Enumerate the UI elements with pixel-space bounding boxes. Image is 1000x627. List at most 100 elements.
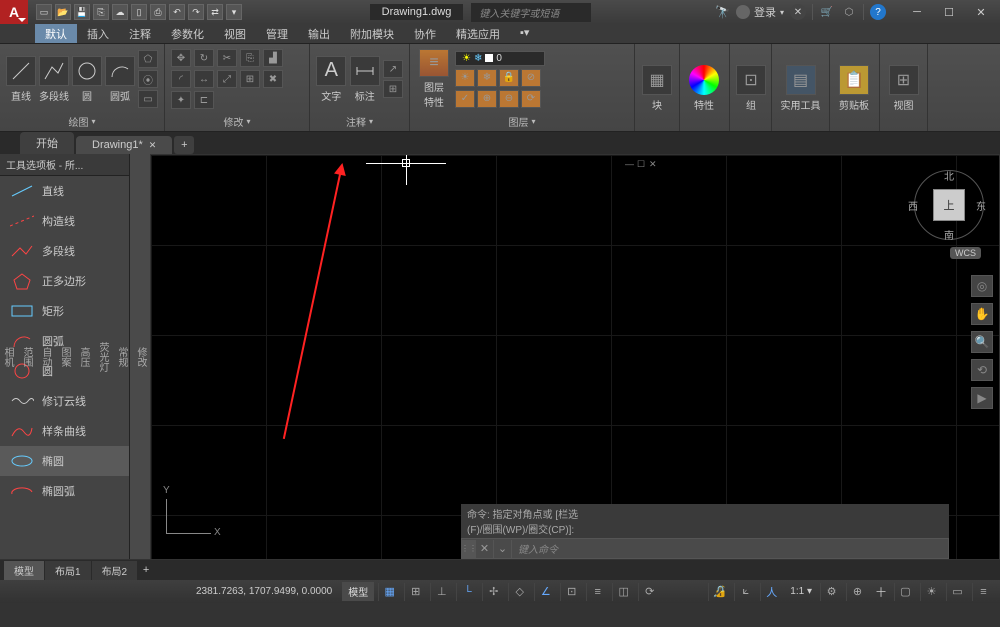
command-input[interactable]: 键入命令 [512,539,948,558]
array-button[interactable]: ⊞ [240,70,260,88]
table-button[interactable]: ⊞ [383,80,403,98]
layer-tool-6[interactable]: ⊕ [477,90,497,108]
layout-2[interactable]: 布局2 [92,561,138,580]
side-tab-范围[interactable]: 范围 [17,154,36,560]
vp-close[interactable]: ✕ [649,159,659,169]
pan-icon[interactable]: ✋ [971,303,993,325]
layout-add-button[interactable]: + [138,562,154,578]
layout-model[interactable]: 模型 [4,561,44,580]
clean-icon[interactable]: ▭ [946,583,968,601]
mirror-button[interactable]: ▟ [263,49,283,67]
tab-output[interactable]: 输出 [298,24,340,43]
cmd-recent-icon[interactable]: ⌄ [494,540,512,558]
group-button[interactable]: ⊡组 [736,59,766,119]
vp-minimize[interactable]: — [625,159,635,169]
draw-tool-3[interactable]: ▭ [138,90,158,108]
line-button[interactable]: 直线 [6,49,36,109]
anno-scale-icon[interactable]: ⟀ [734,583,756,601]
arc-button[interactable]: 圆弧 [105,49,135,109]
customize-icon[interactable]: ≡ [972,583,994,601]
search-input[interactable]: 键入关键字或短语 [471,3,591,22]
fillet-button[interactable]: ◜ [171,70,191,88]
layer-properties-button[interactable]: ≡ 图层 特性 [416,49,452,109]
osnap-toggle-icon[interactable]: ∠ [534,583,556,601]
decimal-display[interactable]: 十 [872,584,890,599]
anno-toggle-icon[interactable]: 🔏 [708,583,730,601]
workspace-icon[interactable]: ⚙ [820,583,842,601]
side-tab-相机[interactable]: 相机 [0,154,17,560]
login-button[interactable]: 登录 ▾ [736,4,784,20]
iso-toggle-icon[interactable]: ◇ [508,583,530,601]
layer-tool-3[interactable]: 🔒 [499,69,519,87]
grid-toggle-icon[interactable]: ▦ [378,583,400,601]
layer-tool-2[interactable]: ❄ [477,69,497,87]
tab-view[interactable]: 视图 [214,24,256,43]
scale-readout[interactable]: 1:1 ▾ [786,586,816,597]
polar-toggle-icon[interactable]: ✢ [482,583,504,601]
utilities-button[interactable]: ▤实用工具 [778,59,823,119]
stretch-button[interactable]: ↔ [194,70,214,88]
qat-mobile-icon[interactable]: ▯ [131,4,147,20]
help-icon[interactable]: ? [870,4,886,20]
properties-button[interactable]: 特性 [686,59,722,119]
close-button[interactable]: ✕ [966,2,996,22]
anno-monitor-icon[interactable]: ⊕ [846,583,868,601]
infer-toggle-icon[interactable]: ⊥ [430,583,452,601]
leader-button[interactable]: ↗ [383,60,403,78]
minimize-button[interactable]: ─ [902,2,932,22]
filetab-start[interactable]: 开始 [20,132,74,154]
draw-tool-1[interactable]: ⬠ [138,50,158,68]
otrack-toggle-icon[interactable]: ⊡ [560,583,582,601]
tab-default[interactable]: 默认 [35,24,77,43]
side-tab-自动[interactable]: 自动 [36,154,55,560]
panel-layers-title[interactable]: 图层 [416,112,628,131]
add-tab-button[interactable]: + [174,136,194,154]
qat-undo-icon[interactable]: ↶ [169,4,185,20]
side-tab-高压[interactable]: 高压 [74,154,93,560]
vp-maximize[interactable]: ☐ [637,159,647,169]
explode-button[interactable]: ✦ [171,91,191,109]
qat-saveas-icon[interactable]: ⎘ [93,4,109,20]
qat-redo-icon[interactable]: ↷ [188,4,204,20]
side-tab-修改[interactable]: 修改 [131,154,150,560]
tab-collaborate[interactable]: 协作 [404,24,446,43]
dimension-button[interactable]: 标注 [350,49,381,109]
view-cube[interactable]: 上 北 南 东 西 [914,170,984,240]
rotate-button[interactable]: ↻ [194,49,214,67]
cmd-handle-icon[interactable]: ⋮⋮ [462,540,476,558]
tab-annotate[interactable]: 注释 [119,24,161,43]
qat-more-icon[interactable]: ▾ [226,4,242,20]
isolate-icon[interactable]: ☀ [920,583,942,601]
ortho-toggle-icon[interactable]: └ [456,583,478,601]
app-logo[interactable]: A [0,0,28,24]
layer-tool-8[interactable]: ⟳ [521,90,541,108]
orbit-icon[interactable]: ⟲ [971,359,993,381]
trans-toggle-icon[interactable]: ◫ [612,583,634,601]
tab-featured[interactable]: 精选应用 [446,24,510,43]
layer-tool-5[interactable]: ✓ [455,90,475,108]
close-tab-icon[interactable]: ✕ [149,140,157,151]
layout-1[interactable]: 布局1 [45,561,91,580]
text-button[interactable]: A文字 [316,49,347,109]
showmotion-icon[interactable]: ▶ [971,387,993,409]
layer-tool-1[interactable]: ☀ [455,69,475,87]
qat-share-icon[interactable]: ⇄ [207,4,223,20]
qat-web-icon[interactable]: ☁ [112,4,128,20]
exchange-icon[interactable]: ✕ [790,4,806,20]
layer-selector[interactable]: ☀❄ 0 [455,51,545,66]
block-button[interactable]: ▦块 [641,59,673,119]
cmd-close-icon[interactable]: ✕ [476,540,494,558]
tab-insert[interactable]: 插入 [77,24,119,43]
cycle-toggle-icon[interactable]: ⟳ [638,583,660,601]
scale-button[interactable]: ⤢ [217,70,237,88]
hardware-icon[interactable]: ▢ [894,583,916,601]
tab-extra[interactable]: ▪▾ [510,24,539,43]
layer-tool-4[interactable]: ⊘ [521,69,541,87]
zoom-icon[interactable]: 🔍 [971,331,993,353]
cube-top-face[interactable]: 上 [933,189,965,221]
maximize-button[interactable]: ☐ [934,2,964,22]
copy-button[interactable]: ⎘ [240,49,260,67]
tab-parametric[interactable]: 参数化 [161,24,214,43]
app-icon[interactable]: ⬡ [841,4,857,20]
anno-vis-icon[interactable]: 人 [760,583,782,601]
